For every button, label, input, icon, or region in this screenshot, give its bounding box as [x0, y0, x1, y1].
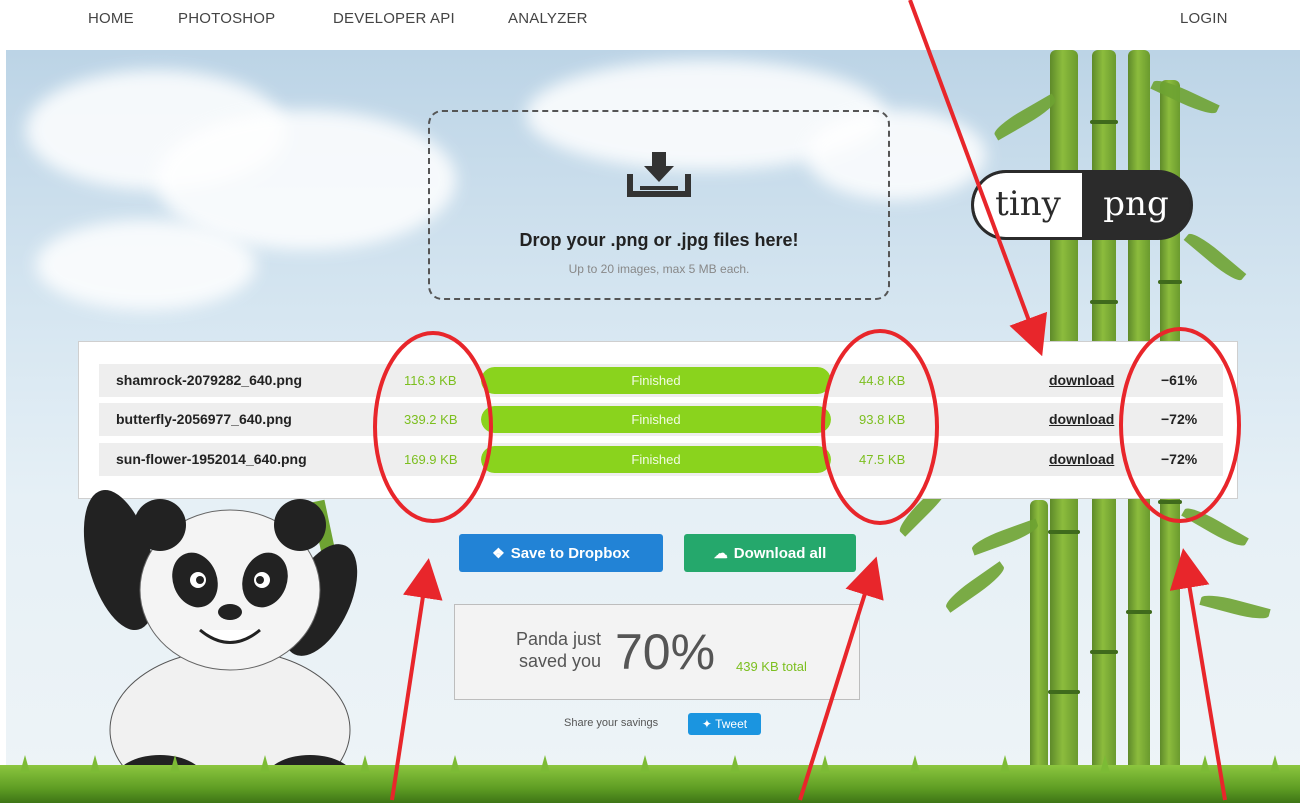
download-link[interactable]: download — [1049, 411, 1114, 427]
cloud-download-icon: ☁ — [713, 545, 728, 561]
original-size: 169.9 KB — [404, 452, 458, 467]
savings-text-line2: saved you — [518, 651, 601, 671]
savings-summary: Panda just saved you 70% 439 KB total — [454, 604, 860, 700]
file-drop-zone[interactable]: Drop your .png or .jpg files here! Up to… — [428, 110, 890, 300]
progress-status: Finished — [631, 373, 681, 388]
file-name: shamrock-2079282_640.png — [116, 372, 302, 388]
savings-total: 439 KB total — [736, 659, 807, 674]
top-navigation: HOME PHOTOSHOP DEVELOPER API ANALYZER LO… — [0, 0, 1300, 48]
table-row: butterfly-2056977_640.png 339.2 KB Finis… — [99, 403, 1223, 436]
logo-text-png: png — [1103, 184, 1169, 224]
dropbox-icon: ❖ — [492, 545, 505, 561]
file-name: sun-flower-1952014_640.png — [116, 451, 307, 467]
drop-zone-subtitle: Up to 20 images, max 5 MB each. — [568, 262, 750, 276]
compressed-size: 93.8 KB — [859, 412, 906, 427]
original-size: 339.2 KB — [404, 412, 458, 427]
nav-developer-api-link[interactable]: DEVELOPER API — [333, 10, 455, 27]
nav-analyzer-link[interactable]: ANALYZER — [508, 10, 588, 27]
compressed-size: 47.5 KB — [859, 452, 906, 467]
file-name: butterfly-2056977_640.png — [116, 411, 292, 427]
savings-text-line1: Panda just — [515, 629, 601, 649]
bamboo-stalk — [1030, 500, 1048, 780]
nav-photoshop-link[interactable]: PHOTOSHOP — [178, 10, 275, 27]
download-tray-icon — [627, 152, 691, 197]
saving-percent: −61% — [1161, 372, 1198, 388]
logo-text-tiny: tiny — [974, 173, 1082, 237]
saving-percent: −72% — [1161, 451, 1198, 467]
tweet-label: Tweet — [715, 717, 748, 731]
saving-percent: −72% — [1161, 411, 1198, 427]
download-all-label: Download all — [733, 545, 827, 562]
grass-strip — [0, 755, 1300, 803]
tinypng-logo[interactable]: tiny png — [971, 170, 1193, 240]
progress-status: Finished — [631, 412, 681, 427]
tweet-button[interactable]: ✦ Tweet — [688, 713, 761, 735]
nav-login-link[interactable]: LOGIN — [1180, 10, 1228, 27]
savings-percent: 70% — [615, 624, 716, 680]
share-label: Share your savings — [564, 717, 659, 729]
twitter-bird-icon: ✦ — [701, 717, 712, 731]
progress-bar: Finished — [481, 367, 831, 394]
results-panel: shamrock-2079282_640.png 116.3 KB Finish… — [78, 341, 1238, 499]
download-link[interactable]: download — [1049, 451, 1114, 467]
compressed-size: 44.8 KB — [859, 373, 906, 388]
table-row: shamrock-2079282_640.png 116.3 KB Finish… — [99, 364, 1223, 397]
drop-zone-title: Drop your .png or .jpg files here! — [519, 230, 799, 250]
table-row: sun-flower-1952014_640.png 169.9 KB Fini… — [99, 443, 1223, 476]
progress-status: Finished — [631, 452, 681, 467]
nav-home-link[interactable]: HOME — [88, 10, 134, 27]
panda-mascot-illustration — [83, 489, 358, 800]
progress-bar: Finished — [481, 446, 831, 473]
original-size: 116.3 KB — [404, 373, 457, 388]
download-link[interactable]: download — [1049, 372, 1114, 388]
progress-bar: Finished — [481, 406, 831, 433]
save-to-dropbox-label: Save to Dropbox — [510, 545, 630, 562]
download-all-button[interactable]: ☁ Download all — [684, 534, 856, 572]
save-to-dropbox-button[interactable]: ❖ Save to Dropbox — [459, 534, 663, 572]
cloud-decoration — [36, 220, 256, 310]
